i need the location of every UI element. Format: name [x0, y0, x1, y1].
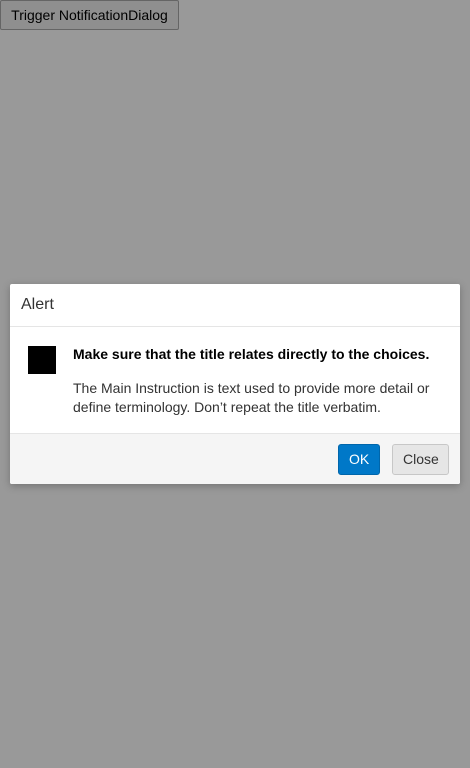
ok-button[interactable]: OK [338, 444, 380, 475]
dialog-content: The Main Instruction is text used to pro… [73, 380, 430, 415]
main-instruction: Make sure that the title relates directl… [73, 346, 430, 362]
dialog-footer: OK Close [10, 434, 460, 484]
dialog-body: Make sure that the title relates directl… [10, 327, 460, 434]
dialog-title: Alert [21, 296, 54, 313]
dialog-header: Alert [10, 284, 460, 327]
alert-icon [28, 346, 56, 374]
notification-dialog: Alert Make sure that the title relates d… [10, 284, 460, 484]
close-button[interactable]: Close [392, 444, 449, 475]
